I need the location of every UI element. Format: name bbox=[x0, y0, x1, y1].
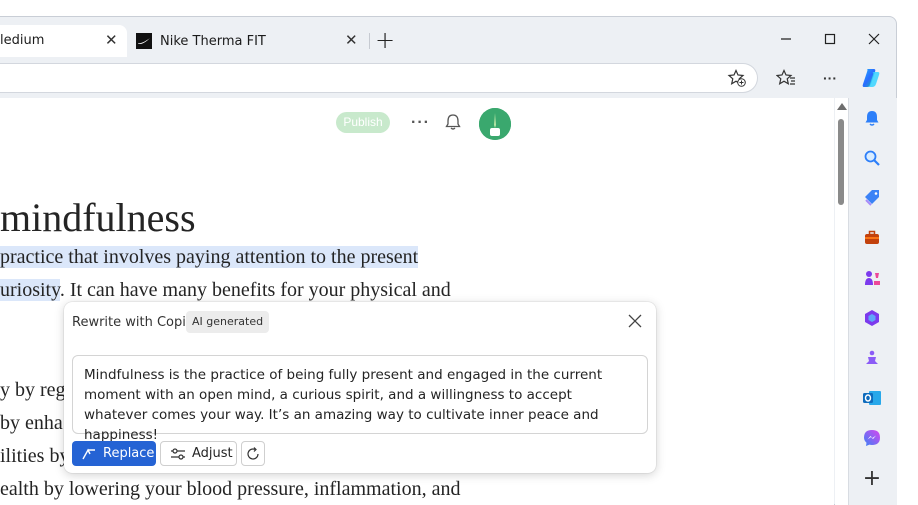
nike-logo-icon bbox=[136, 33, 152, 49]
article-heading: mindfulness bbox=[0, 195, 196, 240]
copilot-icon[interactable] bbox=[860, 67, 882, 89]
settings-more-icon[interactable]: ··· bbox=[819, 67, 841, 89]
tab-separator bbox=[369, 33, 370, 49]
tab-nike[interactable]: Nike Therma FIT ✕ bbox=[128, 25, 364, 57]
avatar[interactable] bbox=[479, 108, 511, 140]
more-options-icon[interactable]: ··· bbox=[411, 114, 430, 132]
favorites-icon[interactable] bbox=[775, 67, 797, 89]
address-bar[interactable] bbox=[0, 63, 758, 93]
scroll-up-arrow[interactable] bbox=[837, 103, 847, 110]
adjust-button[interactable]: Adjust bbox=[160, 441, 237, 466]
article-line-2: uriosity. It can have many benefits for … bbox=[0, 279, 451, 301]
bell-icon[interactable] bbox=[861, 107, 883, 129]
replace-button[interactable]: Replace bbox=[72, 441, 156, 466]
tab-close-icon[interactable]: ✕ bbox=[345, 33, 358, 48]
popup-title: Rewrite with Copilot bbox=[72, 315, 203, 330]
add-icon[interactable]: + bbox=[861, 466, 883, 491]
briefcase-icon[interactable] bbox=[861, 227, 883, 249]
tab-title: Nike Therma FIT bbox=[160, 34, 266, 49]
page-scrollbar[interactable] bbox=[835, 98, 848, 505]
replace-icon bbox=[82, 447, 95, 459]
new-tab-button[interactable]: + bbox=[373, 28, 397, 53]
search-icon[interactable] bbox=[861, 147, 883, 169]
refresh-icon bbox=[247, 446, 259, 460]
games-icon[interactable] bbox=[861, 267, 883, 289]
replace-label: Replace bbox=[103, 446, 155, 461]
minimize-button[interactable] bbox=[776, 29, 796, 49]
adjust-label: Adjust bbox=[192, 446, 233, 461]
tab-title: ledium bbox=[0, 33, 45, 48]
add-favorite-icon[interactable] bbox=[726, 67, 748, 89]
notifications-icon[interactable] bbox=[444, 113, 462, 136]
tab-close-icon[interactable]: ✕ bbox=[105, 33, 118, 48]
ai-generated-badge: AI generated bbox=[186, 311, 270, 333]
close-icon[interactable] bbox=[628, 314, 642, 331]
rewrite-suggestion: Mindfulness is the practice of being ful… bbox=[72, 355, 648, 443]
tab-medium[interactable]: ledium ✕ bbox=[0, 25, 127, 57]
messenger-icon[interactable] bbox=[861, 427, 883, 449]
close-window-button[interactable] bbox=[864, 29, 884, 49]
sliders-icon bbox=[171, 447, 185, 460]
publish-button[interactable]: Publish bbox=[336, 112, 390, 133]
copilot-rewrite-popup: Rewrite with Copilot AI generated Mindfu… bbox=[64, 302, 656, 473]
regenerate-button[interactable] bbox=[241, 441, 265, 466]
article-line-6: ealth by lowering your blood pressure, i… bbox=[0, 478, 461, 500]
office-icon[interactable] bbox=[861, 307, 883, 329]
tag-icon[interactable] bbox=[861, 187, 883, 209]
outlook-icon[interactable] bbox=[861, 387, 883, 409]
maximize-button[interactable] bbox=[820, 29, 840, 49]
article-line-1: practice that involves paying attention … bbox=[0, 246, 419, 268]
meditation-icon[interactable] bbox=[861, 347, 883, 369]
article-line-4: by enha bbox=[0, 412, 63, 434]
edge-sidebar: + bbox=[848, 98, 897, 505]
scroll-thumb[interactable] bbox=[838, 119, 844, 205]
